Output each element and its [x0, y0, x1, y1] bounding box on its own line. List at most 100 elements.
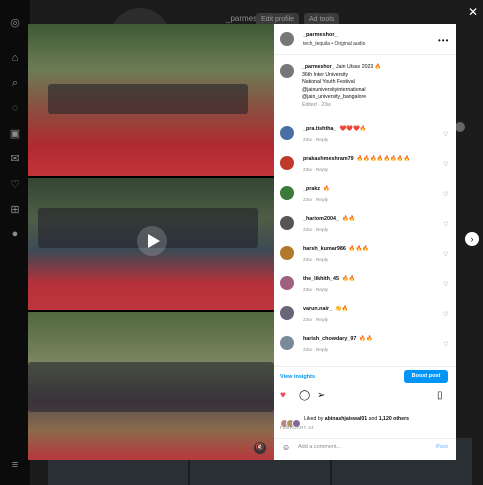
notifications-heart-icon[interactable]: ♡: [8, 177, 22, 191]
likes-others[interactable]: 1,120 others: [379, 416, 409, 422]
heart-icon[interactable]: ♥: [280, 390, 286, 402]
comment-like-heart-icon[interactable]: ♡: [443, 131, 448, 138]
audio-label[interactable]: tech_tequila • Original audio: [303, 41, 365, 47]
home-icon[interactable]: ⌂: [8, 51, 22, 65]
boost-post-button[interactable]: Boost post: [404, 370, 448, 383]
avatar[interactable]: [280, 32, 294, 46]
comment-username[interactable]: harsh_kumar986: [303, 246, 346, 252]
caption-username[interactable]: _parmeshor_: [302, 64, 335, 70]
comment-username[interactable]: harish_chowdary_97: [303, 336, 356, 342]
view-insights-link[interactable]: View insights: [280, 374, 315, 380]
comment-meta: 23w Reply: [303, 348, 328, 353]
comment-row: _hariom2004_ 🔥🔥 23w Reply ♡: [274, 212, 456, 240]
mute-icon[interactable]: 🔇: [254, 442, 266, 454]
video-frame-bottom: [28, 312, 274, 460]
comment-time: 23w: [303, 258, 312, 263]
share-icon[interactable]: ➢: [317, 390, 325, 402]
reply-button[interactable]: Reply: [316, 168, 328, 173]
play-button[interactable]: [137, 226, 167, 256]
comment-meta: 23w Reply: [303, 228, 328, 233]
comment-row: _prakz 🔥 23w Reply ♡: [274, 182, 456, 210]
post-comment-button[interactable]: Post: [436, 444, 448, 450]
messages-icon[interactable]: ✉: [8, 151, 22, 165]
comment-avatar[interactable]: [280, 276, 294, 290]
reply-button[interactable]: Reply: [316, 288, 328, 293]
comment-body: 🔥🔥🔥🔥🔥🔥🔥🔥: [356, 156, 411, 162]
comment-text: prakashmeshram79 🔥🔥🔥🔥🔥🔥🔥🔥: [303, 156, 410, 162]
comment-text: the_likhith_45 🔥🔥: [303, 276, 355, 282]
likes-user[interactable]: abinashjaiswal01: [325, 416, 367, 422]
reply-button[interactable]: Reply: [316, 318, 328, 323]
reels-icon[interactable]: ▣: [8, 126, 22, 140]
next-post-chevron-icon[interactable]: ›: [465, 232, 479, 246]
instagram-icon[interactable]: ◎: [8, 15, 22, 29]
reply-button[interactable]: Reply: [316, 138, 328, 143]
reply-button[interactable]: Reply: [316, 258, 328, 263]
close-icon[interactable]: ✕: [466, 5, 480, 19]
caption-line: National Youth Festival: [302, 79, 355, 85]
comment-username[interactable]: _hariom2004_: [303, 216, 339, 222]
comment-avatar[interactable]: [280, 186, 294, 200]
create-icon[interactable]: ⊞: [8, 202, 22, 216]
comment-like-heart-icon[interactable]: ♡: [443, 341, 448, 348]
comment-row: harsh_kumar986 🔥🔥🔥 23w Reply ♡: [274, 242, 456, 270]
comment-text: harish_chowdary_97 🔥🔥: [303, 336, 373, 342]
more-options-icon[interactable]: •••: [438, 36, 449, 45]
comment-like-heart-icon[interactable]: ♡: [443, 221, 448, 228]
comment-time: 23w: [303, 288, 312, 293]
reply-button[interactable]: Reply: [316, 348, 328, 353]
reply-button[interactable]: Reply: [316, 228, 328, 233]
comment-username[interactable]: prakashmeshram79: [303, 156, 354, 162]
comment-row: harish_chowdary_97 🔥🔥 23w Reply ♡: [274, 332, 456, 360]
caption-line: 36th Inter University: [302, 71, 349, 78]
comment-row: the_likhith_45 🔥🔥 23w Reply ♡: [274, 272, 456, 300]
menu-icon[interactable]: ≡: [8, 458, 22, 472]
comment-username[interactable]: _pra.tishtha_: [303, 126, 337, 132]
comment-icon[interactable]: ◯: [299, 390, 310, 402]
dancers: [48, 84, 248, 114]
comment-avatar[interactable]: [280, 336, 294, 350]
comment-text: _hariom2004_ 🔥🔥: [303, 216, 355, 222]
action-bar: ♥ ◯ ➢ ▯: [274, 390, 456, 406]
comment-row: varun.nair_ 👏🔥 23w Reply ♡: [274, 302, 456, 330]
comment-time: 23w: [303, 228, 312, 233]
likes-text[interactable]: Liked by abinashjaiswal01 and 1,120 othe…: [304, 416, 409, 422]
explore-icon[interactable]: ◌: [8, 101, 22, 115]
comment-time: 23w: [303, 138, 312, 143]
reply-button[interactable]: Reply: [316, 198, 328, 203]
comment-like-heart-icon[interactable]: ♡: [443, 281, 448, 288]
likes-prefix: Liked by: [304, 416, 324, 422]
comment-avatar[interactable]: [280, 126, 294, 140]
likes-middle: and: [368, 416, 378, 422]
comment-username[interactable]: the_likhith_45: [303, 276, 339, 282]
comment-username[interactable]: varun.nair_: [303, 306, 332, 312]
dot-indicator: [455, 122, 465, 132]
comment-like-heart-icon[interactable]: ♡: [443, 251, 448, 258]
comment-avatar[interactable]: [280, 216, 294, 230]
comment-text: _pra.tishtha_ ❤️❤️❤️🔥: [303, 126, 366, 132]
add-comment-input[interactable]: Add a comment...: [298, 444, 341, 450]
post-author[interactable]: _parmeshor_: [303, 32, 338, 38]
comment-body: 🔥🔥🔥: [348, 246, 369, 252]
comment-row: prakashmeshram79 🔥🔥🔥🔥🔥🔥🔥🔥 23w Reply ♡: [274, 152, 456, 180]
caption-avatar[interactable]: [280, 64, 294, 78]
post-header: _parmeshor_ tech_tequila • Original audi…: [274, 24, 456, 55]
caption-mention[interactable]: @jain_university_bangalore: [302, 94, 448, 102]
comment-username[interactable]: _prakz: [303, 186, 320, 192]
comment-like-heart-icon[interactable]: ♡: [443, 161, 448, 168]
comment-time: 23w: [303, 348, 312, 353]
caption-mention[interactable]: @jainuniversityinternational: [302, 87, 448, 95]
comment-avatar[interactable]: [280, 156, 294, 170]
emoji-icon[interactable]: ☺: [282, 443, 290, 452]
comment-avatar[interactable]: [280, 246, 294, 260]
reel-video[interactable]: 🔇: [28, 24, 274, 460]
post-modal: 🔇 _parmeshor_ tech_tequila • Original au…: [28, 24, 456, 460]
comment-body: 🔥🔥: [341, 216, 356, 222]
comment-like-heart-icon[interactable]: ♡: [443, 311, 448, 318]
comment-like-heart-icon[interactable]: ♡: [443, 191, 448, 198]
bookmark-icon[interactable]: ▯: [437, 390, 443, 402]
comment-avatar[interactable]: [280, 306, 294, 320]
profile-icon[interactable]: ●: [8, 227, 22, 241]
search-icon[interactable]: ⌕: [8, 76, 22, 90]
comment-meta: 23w Reply: [303, 168, 328, 173]
